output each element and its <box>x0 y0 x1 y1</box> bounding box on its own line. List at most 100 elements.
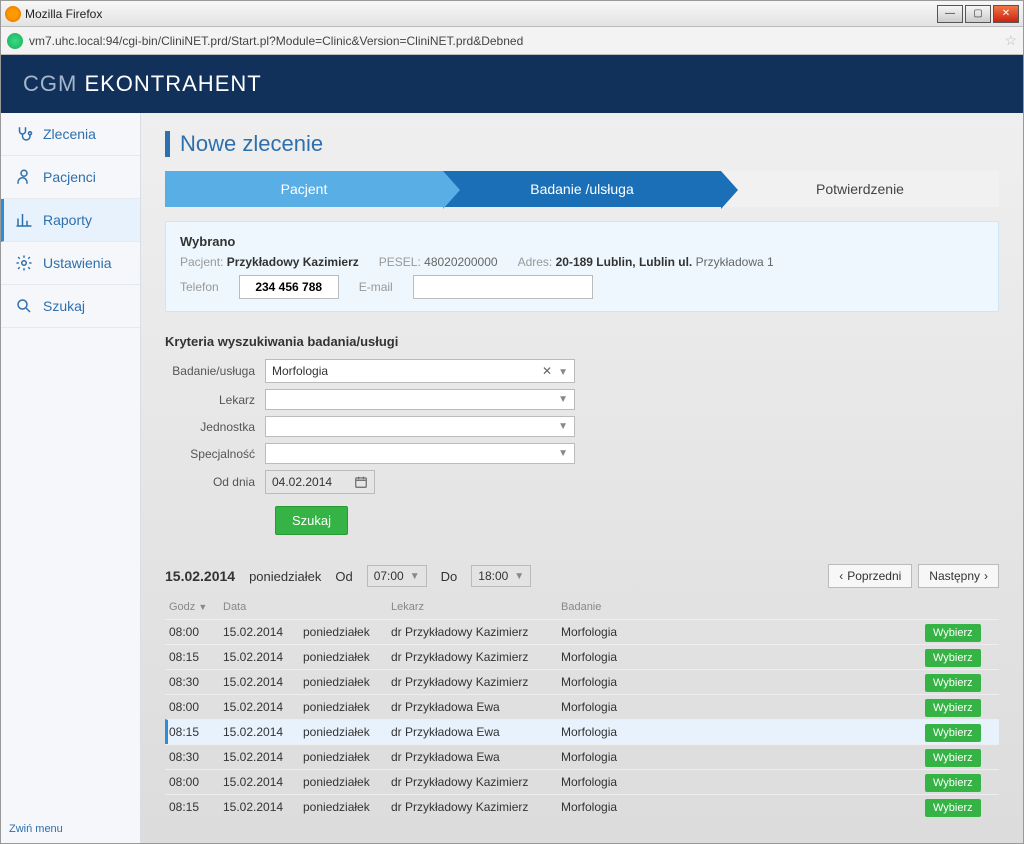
cell-date: 15.02.2014 <box>223 625 303 639</box>
calendar-icon[interactable] <box>354 475 368 489</box>
close-button[interactable]: ✕ <box>993 5 1019 23</box>
table-row[interactable]: 08:1515.02.2014poniedziałekdr Przykładow… <box>165 719 999 744</box>
step-potwierdzenie[interactable]: Potwierdzenie <box>721 171 999 207</box>
collapse-menu-link[interactable]: Zwiń menu <box>9 823 63 835</box>
choose-button[interactable]: Wybierz <box>925 799 981 817</box>
cell-doctor: dr Przykładowa Ewa <box>391 725 561 739</box>
bookmark-star-icon[interactable]: ☆ <box>1004 32 1017 49</box>
chevron-down-icon: ▼ <box>410 571 420 582</box>
cell-doctor: dr Przykładowa Ewa <box>391 700 561 714</box>
pesel-value: 48020200000 <box>424 255 497 269</box>
cell-doctor: dr Przykładowy Kazimierz <box>391 800 561 814</box>
col-date[interactable]: Data <box>223 601 303 613</box>
choose-button[interactable]: Wybierz <box>925 749 981 767</box>
sidebar-item-pacjenci[interactable]: Pacjenci <box>1 156 140 199</box>
result-date: 15.02.2014 <box>165 568 235 584</box>
chevron-down-icon: ▼ <box>558 394 568 405</box>
cell-study: Morfologia <box>561 625 925 639</box>
selected-title: Wybrano <box>180 234 984 249</box>
minimize-button[interactable]: — <box>937 5 963 23</box>
choose-button[interactable]: Wybierz <box>925 724 981 742</box>
cell-date: 15.02.2014 <box>223 800 303 814</box>
cell-time: 08:15 <box>169 650 223 664</box>
results-body: 08:0015.02.2014poniedziałekdr Przykładow… <box>165 619 999 819</box>
from-label: Od <box>335 569 352 584</box>
pesel-label: PESEL: <box>379 255 421 269</box>
cell-study: Morfologia <box>561 725 925 739</box>
email-input[interactable] <box>413 275 593 299</box>
cell-date: 15.02.2014 <box>223 675 303 689</box>
cell-time: 08:00 <box>169 700 223 714</box>
chevron-right-icon: › <box>984 569 988 583</box>
fromdate-input[interactable]: 04.02.2014 <box>265 470 375 494</box>
stethoscope-icon <box>15 125 33 143</box>
brand-prefix: CGM <box>23 71 77 96</box>
cell-day: poniedziałek <box>303 625 391 639</box>
app-header: CGM EKONTRAHENT <box>1 55 1023 113</box>
col-doctor[interactable]: Lekarz <box>391 601 561 613</box>
choose-button[interactable]: Wybierz <box>925 649 981 667</box>
sidebar-item-ustawienia[interactable]: Ustawienia <box>1 242 140 285</box>
unit-combo[interactable]: ▼ <box>265 416 575 437</box>
results-header: Godz ▼ Data Lekarz Badanie <box>165 595 999 619</box>
cell-study: Morfologia <box>561 775 925 789</box>
col-study[interactable]: Badanie <box>561 601 925 613</box>
criteria-title: Kryteria wyszukiwania badania/usługi <box>165 334 999 349</box>
time-to-combo[interactable]: 18:00 ▼ <box>471 565 531 587</box>
table-row[interactable]: 08:0015.02.2014poniedziałekdr Przykładow… <box>165 769 999 794</box>
cell-date: 15.02.2014 <box>223 775 303 789</box>
service-value: Morfologia <box>272 364 328 378</box>
col-time[interactable]: Godz ▼ <box>169 601 223 613</box>
sidebar-item-label: Szukaj <box>43 298 85 314</box>
service-combo[interactable]: Morfologia ✕▼ <box>265 359 575 383</box>
next-button[interactable]: Następny › <box>918 564 999 588</box>
cell-doctor: dr Przykładowy Kazimierz <box>391 775 561 789</box>
speciality-label: Specjalność <box>165 447 265 461</box>
telefon-input[interactable] <box>239 275 339 299</box>
fromdate-value: 04.02.2014 <box>272 475 332 489</box>
brand-name: EKONTRAHENT <box>84 71 261 96</box>
cell-study: Morfologia <box>561 700 925 714</box>
address-label: Adres: <box>518 255 553 269</box>
prev-button[interactable]: ‹ Poprzedni <box>828 564 912 588</box>
choose-button[interactable]: Wybierz <box>925 674 981 692</box>
browser-window: Mozilla Firefox — ▢ ✕ vm7.uhc.local:94/c… <box>0 0 1024 844</box>
sidebar-item-raporty[interactable]: Raporty <box>1 199 140 242</box>
stepper: Pacjent Badanie /ulsługa Potwierdzenie <box>165 171 999 207</box>
table-row[interactable]: 08:1515.02.2014poniedziałekdr Przykładow… <box>165 644 999 669</box>
chevron-down-icon: ▼ <box>558 421 568 432</box>
choose-button[interactable]: Wybierz <box>925 774 981 792</box>
main-content: Nowe zlecenie Pacjent Badanie /ulsługa P… <box>141 113 1023 843</box>
sidebar: Zlecenia Pacjenci Raporty Ustawienia <box>1 113 141 843</box>
speciality-combo[interactable]: ▼ <box>265 443 575 464</box>
cell-day: poniedziałek <box>303 675 391 689</box>
time-from-combo[interactable]: 07:00 ▼ <box>367 565 427 587</box>
cell-day: poniedziałek <box>303 725 391 739</box>
search-icon <box>15 297 33 315</box>
maximize-button[interactable]: ▢ <box>965 5 991 23</box>
table-row[interactable]: 08:3015.02.2014poniedziałekdr Przykładow… <box>165 669 999 694</box>
choose-button[interactable]: Wybierz <box>925 699 981 717</box>
choose-button[interactable]: Wybierz <box>925 624 981 642</box>
sidebar-item-zlecenia[interactable]: Zlecenia <box>1 113 140 156</box>
table-row[interactable]: 08:0015.02.2014poniedziałekdr Przykładow… <box>165 694 999 719</box>
step-pacjent[interactable]: Pacjent <box>165 171 443 207</box>
clear-icon[interactable]: ✕ <box>542 364 552 378</box>
cell-time: 08:00 <box>169 625 223 639</box>
step-badanie[interactable]: Badanie /ulsługa <box>443 171 721 207</box>
sidebar-item-label: Pacjenci <box>43 169 96 185</box>
cell-date: 15.02.2014 <box>223 725 303 739</box>
selected-patient-panel: Wybrano Pacjent: Przykładowy Kazimierz P… <box>165 221 999 312</box>
address-bar[interactable]: vm7.uhc.local:94/cgi-bin/CliniNET.prd/St… <box>1 27 1023 55</box>
doctor-combo[interactable]: ▼ <box>265 389 575 410</box>
table-row[interactable]: 08:3015.02.2014poniedziałekdr Przykładow… <box>165 744 999 769</box>
table-row[interactable]: 08:0015.02.2014poniedziałekdr Przykładow… <box>165 619 999 644</box>
cell-day: poniedziałek <box>303 775 391 789</box>
fromdate-label: Od dnia <box>165 475 265 489</box>
email-label: E-mail <box>359 280 393 294</box>
telefon-label: Telefon <box>180 280 219 294</box>
table-row[interactable]: 08:1515.02.2014poniedziałekdr Przykładow… <box>165 794 999 819</box>
sidebar-item-szukaj[interactable]: Szukaj <box>1 285 140 328</box>
window-title: Mozilla Firefox <box>25 7 102 21</box>
search-button[interactable]: Szukaj <box>275 506 348 535</box>
